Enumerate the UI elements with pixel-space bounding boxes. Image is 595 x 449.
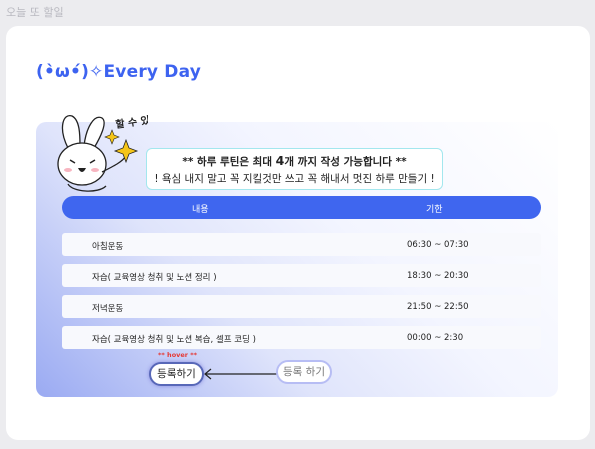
row-time: 06:30 ~ 07:30 <box>407 240 469 250</box>
table-row[interactable]: 저녁운동 21:50 ~ 22:50 <box>62 295 541 318</box>
header-task: 내용 <box>192 205 209 215</box>
register-button[interactable]: 등록 하기 <box>276 360 332 384</box>
row-task: 아침운동 <box>92 242 124 252</box>
table-header: 내용 기한 <box>62 196 541 219</box>
table-row[interactable]: 자습( 교육영상 청취 및 노션 정리 ) 18:30 ~ 20:30 <box>62 264 541 287</box>
notice-line-2: ! 욕심 내지 말고 꼭 지킬것만 쓰고 꼭 해내서 멋진 하루 만들기 ! <box>154 173 435 185</box>
row-task: 자습( 교육영상 청취 및 노션 정리 ) <box>92 273 217 283</box>
row-time: 00:00 ~ 2:30 <box>407 333 464 343</box>
routine-notice: ** 하루 루틴은 최대 4개 까지 작성 가능합니다 ** ! 욕심 내지 말… <box>146 148 443 190</box>
row-time: 21:50 ~ 22:50 <box>407 302 469 312</box>
notice-line-1: ** 하루 루틴은 최대 4개 까지 작성 가능합니다 ** <box>182 153 407 168</box>
header-time: 기한 <box>426 205 443 215</box>
table-row[interactable]: 아침운동 06:30 ~ 07:30 <box>62 233 541 256</box>
register-button-hover[interactable]: 등록하기 <box>149 362 204 386</box>
logo: (•̀ω•́)✧Every Day <box>36 62 202 82</box>
arrow-left-icon <box>204 368 277 380</box>
hover-note: ** hover ** <box>158 351 198 359</box>
mascot-illustration: 할 수 있어! <box>57 111 148 192</box>
main-card: (•̀ω•́)✧Every Day 할 수 있어! ** 하루 루틴은 최대 4… <box>6 26 590 440</box>
row-task: 저녁운동 <box>92 304 124 314</box>
row-time: 18:30 ~ 20:30 <box>407 271 469 281</box>
row-task: 자습( 교육영상 청취 및 노션 복습, 셀프 코딩 ) <box>92 335 256 345</box>
table-row[interactable]: 자습( 교육영상 청취 및 노션 복습, 셀프 코딩 ) 00:00 ~ 2:3… <box>62 326 541 349</box>
mascot-speech: 할 수 있어! <box>115 111 148 131</box>
page-label: 오늘 또 할일 <box>6 6 64 19</box>
